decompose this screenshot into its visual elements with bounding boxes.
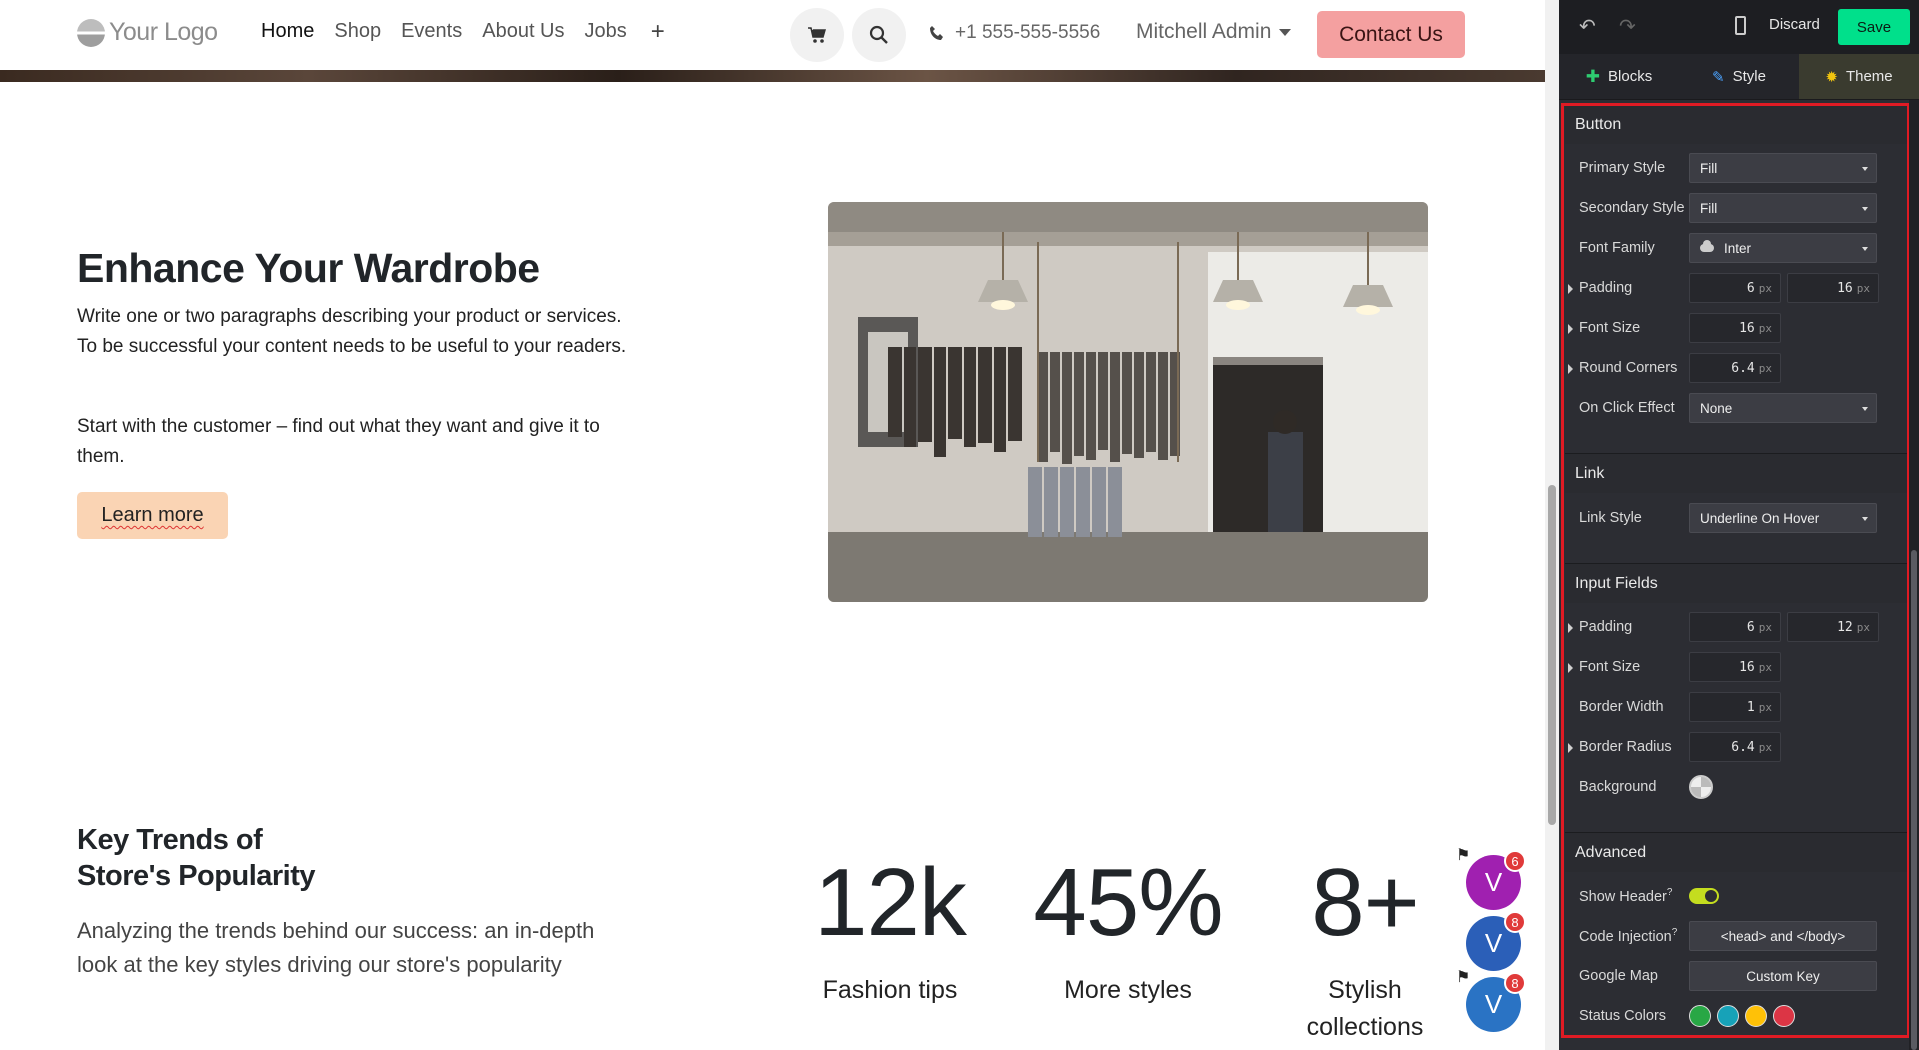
logo-icon xyxy=(77,18,105,47)
stat-value-2: 45% xyxy=(1033,849,1223,956)
hero-paragraph-1: Write one or two paragraphs describing y… xyxy=(77,306,627,357)
trends-paragraph: Analyzing the trends behind our success:… xyxy=(77,918,595,977)
flag-icon: ⚑ xyxy=(1456,847,1471,864)
phone-icon xyxy=(930,26,943,40)
notification-badge: 8 xyxy=(1504,972,1526,994)
nav-item-about-us[interactable]: About Us xyxy=(482,20,564,44)
hero-paragraph-2: Start with the customer – find out what … xyxy=(77,416,600,467)
collaborator-avatar-3[interactable]: ⚑ V 8 xyxy=(1456,969,1526,1032)
mobile-preview-icon[interactable] xyxy=(1735,16,1746,35)
redo-icon[interactable]: ↷ xyxy=(1619,14,1636,39)
flag-icon: ⚑ xyxy=(1456,969,1471,986)
avatar-letter: V xyxy=(1484,867,1503,897)
editor-topbar: ↶ ↷ Discard Save xyxy=(1559,0,1919,54)
stat-label-2: More styles xyxy=(1064,976,1192,1004)
options-highlight-frame xyxy=(1561,103,1910,1038)
store-image[interactable] xyxy=(828,202,1428,602)
site-scrollbar[interactable] xyxy=(1545,0,1559,1050)
editor-tabs: ✚ Blocks ✎ Style ✹ Theme xyxy=(1559,54,1919,100)
trends-title: Key Trends of Store's Popularity xyxy=(77,824,316,892)
plus-icon: ✚ xyxy=(1585,66,1601,86)
scrollbar-thumb[interactable] xyxy=(1911,550,1917,1050)
user-dropdown[interactable]: Mitchell Admin xyxy=(1136,20,1292,44)
tab-blocks[interactable]: ✚ Blocks xyxy=(1559,54,1679,99)
nav-add-page-button[interactable]: + xyxy=(651,20,665,44)
logo-text: Your Logo xyxy=(109,18,218,46)
notification-badge: 8 xyxy=(1504,911,1526,933)
avatar-letter: V xyxy=(1484,989,1503,1019)
banner-image-strip xyxy=(0,70,1545,82)
collaborator-avatar-1[interactable]: ⚑ V 6 xyxy=(1456,847,1526,910)
avatar-letter: V xyxy=(1484,928,1503,958)
save-button[interactable]: Save xyxy=(1838,9,1910,45)
search-button[interactable] xyxy=(852,8,906,62)
main-menu: Home Shop Events About Us Jobs + xyxy=(261,20,665,44)
pencil-icon: ✎ xyxy=(1712,68,1725,86)
notification-badge: 6 xyxy=(1504,850,1526,872)
nav-item-events[interactable]: Events xyxy=(401,20,462,44)
learn-more-button[interactable]: Learn more xyxy=(77,492,228,539)
tab-theme[interactable]: ✹ Theme xyxy=(1799,54,1919,99)
undo-icon[interactable]: ↶ xyxy=(1579,14,1596,39)
tab-label: Style xyxy=(1732,68,1766,85)
stat-label-3: Stylish collections xyxy=(1306,976,1424,1041)
collaborator-avatar-2[interactable]: V 8 xyxy=(1466,911,1526,971)
website-preview: Your Logo Home Shop Events About Us Jobs… xyxy=(0,0,1559,1050)
phone-number: +1 555-555-5556 xyxy=(955,22,1101,43)
tab-style[interactable]: ✎ Style xyxy=(1679,54,1799,99)
scrollbar-thumb[interactable] xyxy=(1548,485,1556,825)
phone-link[interactable]: +1 555-555-5556 xyxy=(929,22,1100,44)
contact-us-button[interactable]: Contact Us xyxy=(1317,11,1465,58)
tab-label: Theme xyxy=(1845,68,1893,85)
cart-button[interactable] xyxy=(790,8,844,62)
stat-value-3: 8+ xyxy=(1311,849,1419,956)
clothing-store-illustration xyxy=(828,202,1428,602)
discard-button[interactable]: Discard xyxy=(1769,16,1820,33)
gear-icon: ✹ xyxy=(1825,68,1838,86)
editor-panel: ↶ ↷ Discard Save ✚ Blocks ✎ Style ✹ Theme B… xyxy=(1559,0,1919,1050)
site-logo[interactable]: Your Logo xyxy=(77,18,218,47)
search-icon xyxy=(869,25,888,44)
nav-item-jobs[interactable]: Jobs xyxy=(585,20,627,44)
stat-label-1: Fashion tips xyxy=(822,976,958,1004)
tab-label: Blocks xyxy=(1608,68,1653,85)
nav-item-home[interactable]: Home xyxy=(261,20,314,44)
stat-value-1: 12k xyxy=(814,849,967,956)
user-name: Mitchell Admin xyxy=(1136,20,1272,43)
hero-title: Enhance Your Wardrobe xyxy=(77,245,540,291)
site-navbar: Your Logo Home Shop Events About Us Jobs… xyxy=(0,0,1545,70)
chevron-down-icon xyxy=(1279,28,1292,36)
panel-scrollbar[interactable] xyxy=(1909,100,1919,1050)
cart-icon xyxy=(808,27,826,43)
nav-item-shop[interactable]: Shop xyxy=(334,20,381,44)
